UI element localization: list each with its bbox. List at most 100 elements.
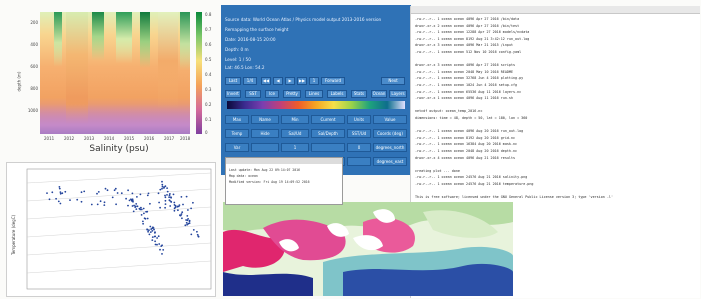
grid-cell[interactable] bbox=[251, 143, 279, 152]
scatter-point bbox=[181, 217, 183, 220]
scatter-point bbox=[163, 186, 166, 188]
scatter-point bbox=[166, 187, 169, 189]
scatter-point bbox=[46, 192, 48, 194]
scatter-point bbox=[166, 190, 169, 193]
info-dialog-window[interactable]: Last update: Mon Aug 22 09:14:07 2016 Ma… bbox=[225, 157, 343, 205]
grid-header-cell: Current bbox=[311, 115, 345, 124]
scatter-point bbox=[144, 217, 147, 220]
scatter-point bbox=[142, 222, 145, 225]
scatter-point bbox=[156, 237, 159, 239]
scatter-point bbox=[151, 230, 154, 232]
nav-button-last[interactable]: Last bbox=[225, 77, 241, 85]
tool-button-ice[interactable]: Ice bbox=[265, 90, 279, 98]
tool-button-lines[interactable]: Lines bbox=[305, 90, 323, 98]
nav-button-back[interactable]: ◀ bbox=[273, 77, 283, 85]
nav-button-page[interactable]: 1/4 bbox=[243, 77, 257, 85]
tool-button-layers[interactable]: Layers bbox=[389, 90, 407, 98]
scatter-point bbox=[177, 209, 179, 212]
scatter-point bbox=[140, 206, 142, 209]
terminal-line: -rw-r--r-- 1 ocean ocean 32768 Jun 4 201… bbox=[415, 76, 524, 81]
heatmap-ytick: 1000 bbox=[27, 108, 38, 113]
scatter-point bbox=[61, 192, 64, 195]
terminal-line: dimensions: time = 48, depth = 50, lat =… bbox=[415, 116, 528, 120]
grid-cell[interactable]: SST/Ud bbox=[347, 129, 371, 138]
grid-cell[interactable]: degrees_east bbox=[373, 157, 407, 166]
nav-button-step[interactable]: 1 bbox=[309, 77, 319, 85]
grid-cell[interactable]: Sal/Ud bbox=[281, 129, 309, 138]
tool-button-pretty[interactable]: Pretty bbox=[283, 90, 301, 98]
colorbar-tick: 0.3 bbox=[205, 87, 212, 92]
colorbar-tick: 0.6 bbox=[205, 42, 212, 47]
dialog-titlebar[interactable] bbox=[226, 158, 342, 164]
nav-button-play[interactable]: ▶ bbox=[285, 77, 295, 85]
dialog-line: Map data: ocean bbox=[229, 174, 258, 178]
scatter-point bbox=[103, 201, 106, 204]
scatter-point bbox=[158, 201, 161, 204]
tool-button-sst[interactable]: SST bbox=[245, 90, 261, 98]
heatmap-xtick: 2014 bbox=[104, 136, 115, 141]
scatter-point bbox=[156, 243, 158, 246]
scatter-point bbox=[48, 198, 51, 201]
ocean-field-map[interactable] bbox=[223, 202, 513, 296]
heatmap-xlabel: Salinity (psu) bbox=[89, 144, 149, 154]
grid-header-cell: Name bbox=[251, 115, 279, 124]
tool-button-labels[interactable]: Labels bbox=[327, 90, 347, 98]
nav-button-next[interactable]: Next bbox=[381, 77, 405, 85]
scatter-point bbox=[96, 203, 99, 206]
scatter-point bbox=[170, 196, 173, 199]
terminal-line: -rw-r--r-- 1 ocean ocean 2048 May 10 201… bbox=[415, 69, 513, 74]
terminal-line: -rw-r--r-- 1 ocean ocean 8192 Aug 21 3:4… bbox=[415, 36, 530, 41]
scatter-point bbox=[168, 199, 171, 201]
grid-header-cell: Units bbox=[347, 115, 371, 124]
terminal-titlebar[interactable] bbox=[411, 6, 700, 14]
scatter-point bbox=[143, 212, 145, 215]
terminal-line: -rw-r--r-- 1 ocean ocean 1024 Jun 4 2016… bbox=[415, 83, 518, 87]
info-line: Remapping the surface height bbox=[225, 27, 289, 32]
tool-button-invert[interactable]: Invert bbox=[225, 90, 241, 98]
grid-cell[interactable]: Temp bbox=[225, 129, 249, 138]
terminal-line: -rw-r--r-- 1 ocean ocean 12288 Apr 27 20… bbox=[415, 30, 530, 35]
tool-button-ocean[interactable]: Ocean bbox=[371, 90, 387, 98]
scatter-point bbox=[192, 229, 195, 231]
terminal-line: -rw-r--r-- 1 ocean ocean 2048 Aug 20 201… bbox=[415, 149, 518, 153]
grid-cell[interactable]: Coords (deg) bbox=[373, 129, 407, 138]
nav-button-fast-forward[interactable]: ▶▶ bbox=[297, 77, 307, 85]
grid-cell[interactable]: 0 bbox=[347, 143, 371, 152]
nav-button-rewind[interactable]: ◀◀ bbox=[261, 77, 271, 85]
colorbar-tick: 0.2 bbox=[205, 102, 212, 107]
colorbar-tick: 0.8 bbox=[205, 12, 212, 17]
ncview-control-panel: Source data: World Ocean Atlas / Physics… bbox=[221, 5, 411, 175]
grid-cell[interactable] bbox=[311, 143, 345, 152]
scatter-point bbox=[120, 192, 123, 195]
colorbar-tick: 0.4 bbox=[205, 72, 212, 77]
terminal-line: -rw-r--r-- 1 ocean ocean 4096 Aug 20 201… bbox=[415, 129, 524, 134]
grid-cell[interactable]: Var bbox=[225, 143, 249, 152]
tool-button-stats[interactable]: Stats bbox=[351, 90, 367, 98]
scatter-point bbox=[142, 207, 145, 210]
terminal-line: -rw-r--r-- 1 ocean ocean 65536 Aug 11 20… bbox=[415, 89, 522, 94]
scatter-point bbox=[132, 210, 135, 213]
scatter-point bbox=[69, 199, 71, 201]
scatter-point bbox=[127, 204, 129, 207]
scatter-point bbox=[162, 249, 165, 251]
nav-button-forward[interactable]: Forward bbox=[321, 77, 345, 85]
terminal-line: drwxr-xr-x 3 ocean ocean 4096 Apr 27 201… bbox=[415, 63, 516, 68]
scatter-ylabel: Temperature (degC) bbox=[11, 214, 16, 256]
scatter-point bbox=[164, 194, 166, 197]
grid-cell[interactable]: Sal/Depth bbox=[311, 129, 345, 138]
grid-cell[interactable]: Hide bbox=[251, 129, 279, 138]
grid-cell[interactable]: degrees_north bbox=[373, 143, 407, 152]
scatter-point bbox=[64, 190, 67, 193]
grid-cell[interactable]: 1 bbox=[281, 143, 309, 152]
colorbar-tick: 0.7 bbox=[205, 27, 212, 32]
grid-cell[interactable] bbox=[347, 157, 371, 166]
scatter-point bbox=[158, 243, 161, 245]
scatter-point bbox=[145, 210, 148, 213]
terminal-line: -rw-r--r-- 1 ocean ocean 512 Nov 10 2016… bbox=[415, 50, 522, 54]
ts-scatter-plot: Temperature (degC) bbox=[6, 162, 216, 297]
scatter-point bbox=[161, 183, 164, 186]
scatter-point bbox=[161, 253, 163, 255]
scatter-point bbox=[169, 193, 171, 195]
terminal-line: This is free software; licensed under th… bbox=[415, 195, 614, 200]
scatter-point bbox=[125, 197, 127, 200]
